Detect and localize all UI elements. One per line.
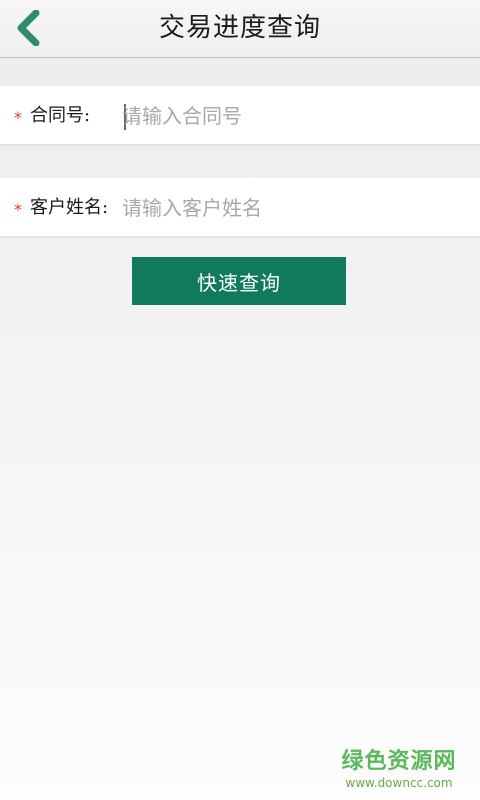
customer-name-row: * 客户姓名: [0,178,480,238]
contract-number-input[interactable] [122,98,462,134]
customer-name-label: 客户姓名: [30,197,109,218]
watermark-brand: 绿色资源网 [341,749,457,774]
required-mark: * [14,108,22,127]
page-title: 交易进度查询 [158,13,321,43]
quick-query-button[interactable]: 快速查询 [132,257,346,305]
contract-number-label: 合同号: [30,105,91,126]
required-mark: * [14,200,22,219]
customer-name-input[interactable] [122,190,462,226]
watermark-url: www.downcc.com [345,776,453,790]
watermark: 绿色资源网 www.downcc.com [340,748,458,790]
contract-number-row: * 合同号: [0,86,480,146]
app-header: 交易进度查询 [0,0,480,58]
